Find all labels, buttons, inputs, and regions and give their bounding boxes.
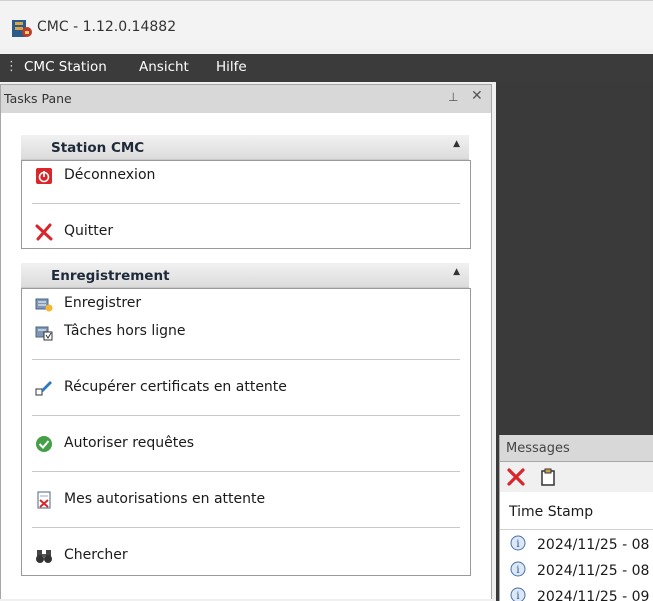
- retrieve-certificates-icon: [35, 381, 52, 396]
- collapse-chevron-icon[interactable]: ▲: [453, 267, 460, 277]
- group-header-enregistrement[interactable]: Enregistrement ▲: [21, 263, 469, 288]
- task-taches-hors-ligne[interactable]: Tâches hors ligne: [30, 321, 450, 343]
- tasks-pane: Tasks Pane ⊥ ✕ Station CMC ▲ Déconnexion: [0, 84, 492, 601]
- messages-column-header[interactable]: Time Stamp: [500, 493, 653, 530]
- task-label: Enregistrer: [64, 295, 142, 311]
- cmc-app-icon: [12, 20, 32, 37]
- close-icon[interactable]: ✕: [471, 88, 483, 104]
- separator: [32, 203, 460, 204]
- pending-authorizations-icon: [37, 491, 51, 509]
- menu-ansicht[interactable]: Ansicht: [139, 59, 189, 75]
- task-label: Chercher: [64, 547, 128, 563]
- task-label: Mes autorisations en attente: [64, 491, 266, 507]
- info-icon: i: [510, 587, 526, 601]
- task-label: Quitter: [64, 223, 114, 239]
- group-header-station-cmc[interactable]: Station CMC ▲: [21, 135, 469, 160]
- messages-toolbar: [500, 462, 653, 492]
- clear-messages-icon[interactable]: [506, 467, 526, 487]
- task-quitter[interactable]: Quitter: [30, 221, 450, 243]
- task-mes-autorisations[interactable]: Mes autorisations en attente: [30, 489, 450, 511]
- menu-grip-icon[interactable]: ⋮: [5, 59, 18, 74]
- green-check-icon: [36, 436, 52, 452]
- separator: [32, 359, 460, 360]
- group-station-cmc: Déconnexion Quitter: [21, 160, 471, 249]
- group-enregistrement: Enregistrer Tâches hors ligne Récupérer …: [21, 288, 471, 576]
- column-time-stamp[interactable]: Time Stamp: [509, 504, 593, 520]
- message-row[interactable]: i 2024/11/25 - 09: [500, 585, 653, 601]
- separator: [32, 415, 460, 416]
- svg-text:i: i: [516, 565, 519, 576]
- messages-title: Messages: [506, 441, 570, 456]
- red-x-icon: [35, 223, 53, 241]
- menu-cmc-station[interactable]: CMC Station: [24, 59, 107, 75]
- separator: [32, 471, 460, 472]
- task-enregistrer[interactable]: Enregistrer: [30, 293, 450, 315]
- window-title: CMC - 1.12.0.14882: [37, 19, 177, 35]
- tasks-pane-body: Station CMC ▲ Déconnexion Quitter Enregi…: [0, 113, 492, 599]
- messages-panel: Messages Time Stamp i 2024/11/25 - 08 i …: [499, 435, 653, 601]
- group-title: Enregistrement: [51, 268, 170, 284]
- task-label: Déconnexion: [64, 167, 156, 183]
- offline-tasks-icon: [35, 326, 53, 341]
- group-title: Station CMC: [51, 140, 145, 156]
- tasks-pane-title: Tasks Pane: [4, 91, 72, 106]
- info-icon: i: [510, 561, 526, 577]
- pin-icon[interactable]: ⊥: [448, 90, 458, 104]
- menu-bar: ⋮ CMC Station Ansicht Hilfe: [0, 54, 653, 82]
- info-icon: i: [510, 535, 526, 551]
- task-recuperer-certificats[interactable]: Récupérer certificats en attente: [30, 377, 450, 399]
- message-time: 2024/11/25 - 08: [537, 563, 650, 579]
- register-icon: [35, 298, 53, 312]
- task-label: Tâches hors ligne: [64, 323, 186, 339]
- separator: [32, 527, 460, 528]
- task-chercher[interactable]: Chercher: [30, 545, 450, 567]
- menu-hilfe[interactable]: Hilfe: [216, 59, 247, 75]
- message-row[interactable]: i 2024/11/25 - 08: [500, 533, 653, 557]
- svg-text:i: i: [516, 591, 519, 601]
- tasks-pane-header: Tasks Pane ⊥ ✕: [0, 84, 492, 114]
- title-bar: CMC - 1.12.0.14882: [0, 0, 653, 49]
- task-autoriser-requetes[interactable]: Autoriser requêtes: [30, 433, 450, 455]
- message-time: 2024/11/25 - 09: [537, 589, 650, 601]
- binoculars-icon: [36, 550, 52, 563]
- task-deconnexion[interactable]: Déconnexion: [30, 165, 450, 187]
- clipboard-icon[interactable]: [538, 467, 558, 487]
- messages-header: Messages: [500, 435, 653, 462]
- message-row[interactable]: i 2024/11/25 - 08: [500, 559, 653, 583]
- task-label: Autoriser requêtes: [64, 435, 195, 451]
- task-label: Récupérer certificats en attente: [64, 379, 287, 395]
- collapse-chevron-icon[interactable]: ▲: [453, 139, 460, 149]
- message-time: 2024/11/25 - 08: [537, 537, 650, 553]
- power-icon: [36, 168, 52, 184]
- svg-text:i: i: [516, 539, 519, 550]
